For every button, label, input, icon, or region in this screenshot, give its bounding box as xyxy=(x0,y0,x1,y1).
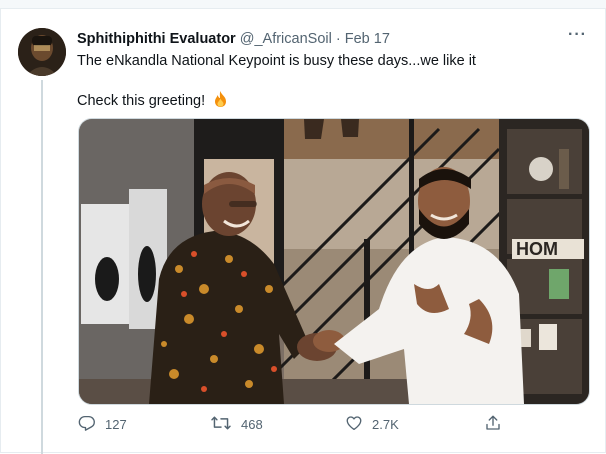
separator-dot: · xyxy=(335,31,341,47)
tweet-date[interactable]: Feb 17 xyxy=(345,31,390,47)
reply-button[interactable]: 127 xyxy=(78,412,127,436)
fire-icon xyxy=(212,90,229,112)
avatar[interactable] xyxy=(18,28,66,76)
like-button[interactable]: 2.7K xyxy=(345,412,399,436)
user-handle[interactable]: @_AfricanSoil xyxy=(240,31,332,47)
retweet-count: 468 xyxy=(241,416,263,432)
tweet-actions: 127 468 2.7K xyxy=(78,410,598,438)
tweet-photo[interactable]: HOM xyxy=(78,118,590,405)
share-button[interactable] xyxy=(484,412,511,436)
top-divider xyxy=(0,0,606,9)
retweet-button[interactable]: 468 xyxy=(210,412,263,436)
like-count: 2.7K xyxy=(372,416,399,432)
photo-sign-text: HOM xyxy=(516,239,558,259)
more-options-button[interactable]: ··· xyxy=(568,26,587,44)
tweet-header: Sphithiphithi Evaluator @_AfricanSoil · … xyxy=(77,31,390,49)
tweet-text-line-2: Check this greeting! xyxy=(77,90,229,112)
thread-line xyxy=(41,80,43,454)
display-name[interactable]: Sphithiphithi Evaluator xyxy=(77,31,236,47)
tweet-text-line-1: The eNkandla National Keypoint is busy t… xyxy=(77,53,476,69)
share-icon xyxy=(484,414,511,435)
heart-icon xyxy=(345,414,372,435)
tweet-text-greeting: Check this greeting! xyxy=(77,93,206,109)
reply-count: 127 xyxy=(105,416,127,432)
retweet-icon xyxy=(210,414,241,435)
reply-icon xyxy=(78,414,105,435)
